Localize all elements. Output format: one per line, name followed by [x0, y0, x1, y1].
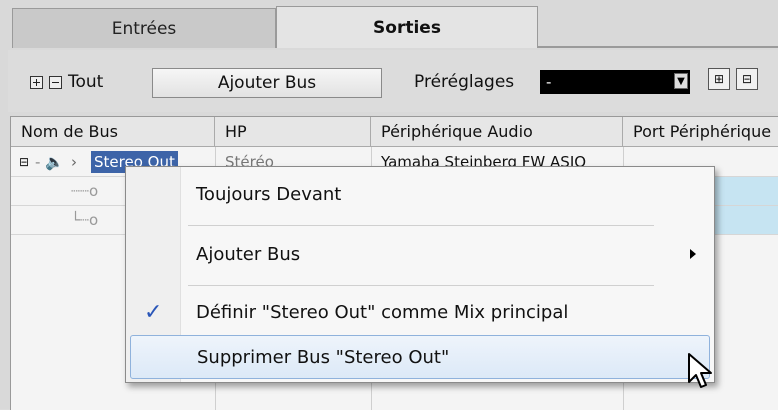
presets-dropdown[interactable]: - ▼ — [540, 70, 690, 94]
menu-item-delete-bus[interactable]: Supprimer Bus "Stereo Out" — [130, 335, 710, 379]
expand-all-icon[interactable] — [30, 75, 43, 89]
column-header-bus-name[interactable]: Nom de Bus — [11, 117, 215, 147]
speaker-icon: 🔈 — [45, 153, 64, 171]
collapse-tree-icon[interactable]: ⊟ — [19, 148, 29, 176]
tree-line: - — [35, 153, 41, 171]
add-bus-button[interactable]: Ajouter Bus — [152, 68, 382, 98]
store-preset-icon[interactable]: ⊞ — [708, 68, 730, 90]
menu-item-set-main-mix[interactable]: ✓ Définir "Stereo Out" comme Mix princip… — [126, 291, 714, 335]
column-header-audio-device[interactable]: Périphérique Audio — [371, 117, 623, 147]
expand-collapse-all[interactable]: Tout — [30, 72, 103, 92]
dropdown-small-icon: › — [71, 153, 77, 171]
submenu-arrow-icon — [690, 249, 696, 259]
context-menu: Toujours Devant Ajouter Bus ✓ Définir "S… — [125, 166, 715, 383]
remove-preset-icon[interactable]: ⊟ — [736, 68, 758, 90]
presets-value: - — [546, 73, 552, 91]
tab-outputs[interactable]: Sorties — [276, 6, 538, 48]
channel-connector-icon: └┈o — [71, 211, 99, 229]
menu-item-label: Ajouter Bus — [196, 244, 301, 265]
presets-label: Préréglages — [414, 72, 515, 92]
menu-item-label: Définir "Stereo Out" comme Mix principal — [196, 302, 569, 323]
collapse-all-icon[interactable] — [49, 75, 62, 89]
column-header-device-port[interactable]: Port Périphérique — [623, 117, 778, 147]
menu-item-add-bus[interactable]: Ajouter Bus — [126, 233, 714, 277]
menu-separator — [188, 285, 654, 286]
menu-separator — [188, 225, 654, 226]
channel-connector-icon: ┈┈o — [71, 182, 99, 200]
column-header-speakers[interactable]: HP — [215, 117, 371, 147]
mouse-cursor-icon — [688, 353, 712, 388]
bus-connections-window: Entrées Sorties Tout Ajouter Bus Prérégl… — [0, 0, 778, 410]
tab-divider — [538, 46, 778, 48]
tab-inputs[interactable]: Entrées — [12, 8, 276, 48]
expand-all-label: Tout — [68, 72, 104, 92]
menu-item-label: Supprimer Bus "Stereo Out" — [197, 347, 450, 368]
toolbar: Tout Ajouter Bus Préréglages - ▼ ⊞ ⊟ — [8, 50, 778, 112]
checkmark-icon: ✓ — [144, 300, 163, 325]
chevron-down-icon[interactable]: ▼ — [674, 73, 688, 89]
menu-item-label: Toujours Devant — [196, 184, 342, 205]
menu-item-always-on-top[interactable]: Toujours Devant — [126, 173, 714, 217]
